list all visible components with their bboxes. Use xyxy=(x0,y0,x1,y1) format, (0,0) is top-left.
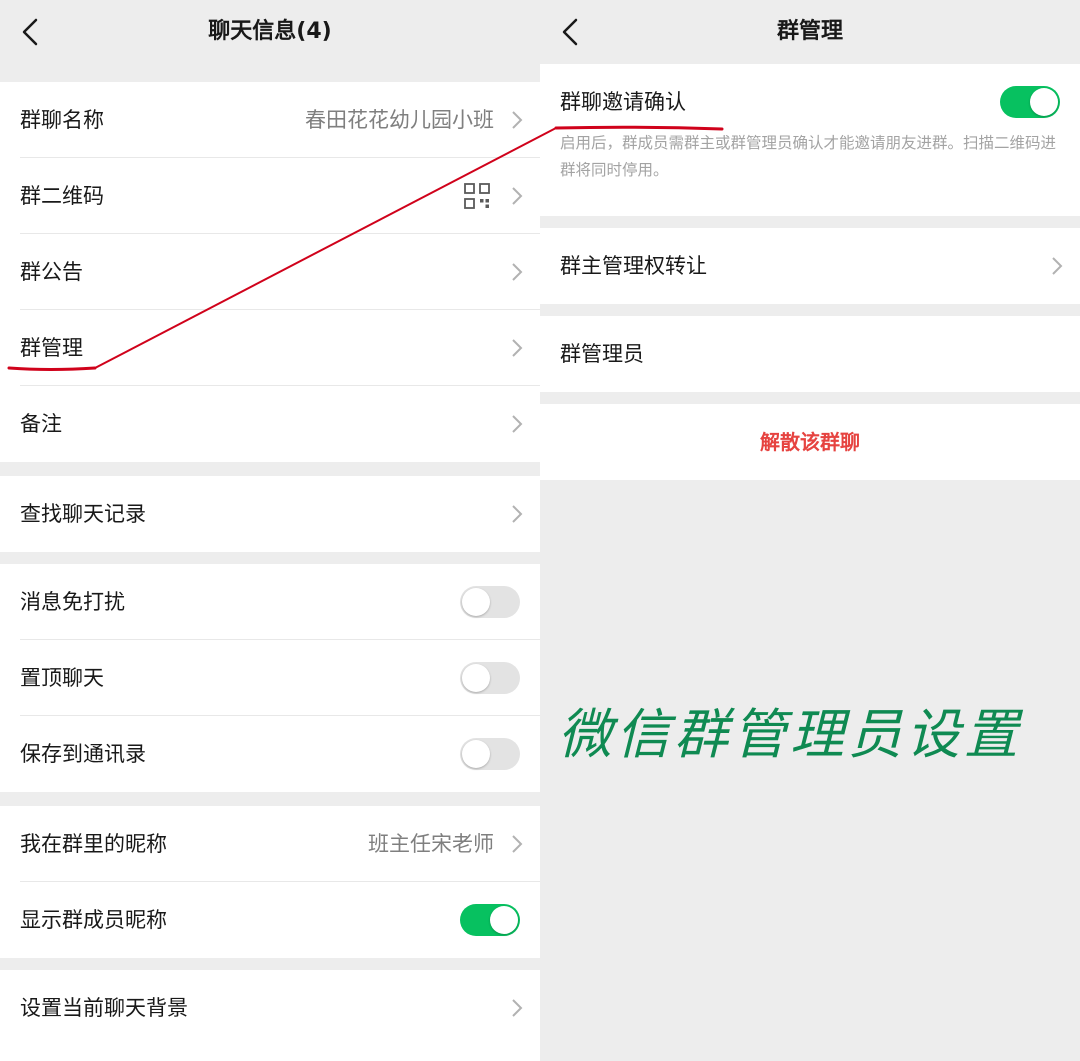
group-settings-section: 群聊名称 春田花花幼儿园小班 群二维码 群公告 群管理 备注 xyxy=(0,82,540,462)
disband-group-button[interactable]: 解散该群聊 xyxy=(540,404,1080,480)
page-title: 聊天信息(4) xyxy=(208,19,332,44)
group-management-navbar: 群管理 xyxy=(540,0,1080,64)
group-notice-label: 群公告 xyxy=(20,260,83,284)
group-name-row[interactable]: 群聊名称 春田花花幼儿园小班 xyxy=(0,82,540,158)
qrcode-icon xyxy=(464,183,490,209)
group-manage-row[interactable]: 群管理 xyxy=(0,310,540,386)
chevron-right-icon xyxy=(512,263,523,281)
group-name-label: 群聊名称 xyxy=(20,108,104,132)
transfer-owner-label: 群主管理权转让 xyxy=(560,254,707,278)
chevron-right-icon xyxy=(512,505,523,523)
group-remark-label: 备注 xyxy=(20,412,62,436)
search-history-row[interactable]: 查找聊天记录 xyxy=(0,476,540,552)
invite-confirm-description: 启用后，群成员需群主或群管理员确认才能邀请朋友进群。扫描二维码进群将同时停用。 xyxy=(560,134,1057,179)
group-qrcode-label: 群二维码 xyxy=(20,184,104,208)
mute-notifications-toggle[interactable] xyxy=(460,586,520,618)
invite-confirm-section: 群聊邀请确认 启用后，群成员需群主或群管理员确认才能邀请朋友进群。扫描二维码进群… xyxy=(540,64,1080,216)
nickname-section: 我在群里的昵称 班主任宋老师 显示群成员昵称 xyxy=(0,806,540,958)
group-remark-row[interactable]: 备注 xyxy=(0,386,540,462)
transfer-owner-section: 群主管理权转让 xyxy=(540,228,1080,304)
chevron-right-icon xyxy=(512,999,523,1017)
chat-background-row[interactable]: 设置当前聊天背景 xyxy=(0,970,540,1046)
back-arrow-icon[interactable] xyxy=(12,12,52,52)
admins-section: 群管理员 xyxy=(540,316,1080,392)
disband-section: 解散该群聊 xyxy=(540,404,1080,480)
chat-info-panel: 聊天信息(4) 群聊名称 春田花花幼儿园小班 群二维码 群公告 群管理 备注 查… xyxy=(0,0,540,1061)
page-title: 群管理 xyxy=(776,19,843,44)
my-nickname-row[interactable]: 我在群里的昵称 班主任宋老师 xyxy=(0,806,540,882)
group-name-value: 春田花花幼儿园小班 xyxy=(305,108,494,132)
mute-notifications-label: 消息免打扰 xyxy=(20,590,125,614)
pin-chat-toggle[interactable] xyxy=(460,662,520,694)
save-to-contacts-row: 保存到通讯录 xyxy=(0,716,540,792)
invite-confirm-label: 群聊邀请确认 xyxy=(560,90,686,114)
show-nicknames-row: 显示群成员昵称 xyxy=(0,882,540,958)
search-history-label: 查找聊天记录 xyxy=(20,502,146,526)
handwritten-caption: 微信群管理员设置 xyxy=(558,703,1022,766)
show-nicknames-label: 显示群成员昵称 xyxy=(20,908,167,932)
group-admins-row[interactable]: 群管理员 xyxy=(540,316,1080,392)
chevron-right-icon xyxy=(512,339,523,357)
group-management-panel: 群管理 群聊邀请确认 启用后，群成员需群主或群管理员确认才能邀请朋友进群。扫描二… xyxy=(540,0,1080,1061)
chevron-right-icon xyxy=(512,415,523,433)
search-history-section: 查找聊天记录 xyxy=(0,476,540,552)
show-nicknames-toggle[interactable] xyxy=(460,904,520,936)
chevron-right-icon xyxy=(512,187,523,205)
group-manage-label: 群管理 xyxy=(20,336,83,360)
pin-chat-row: 置顶聊天 xyxy=(0,640,540,716)
back-arrow-icon[interactable] xyxy=(552,12,592,52)
mute-notifications-row: 消息免打扰 xyxy=(0,564,540,640)
chat-info-navbar: 聊天信息(4) xyxy=(0,0,540,64)
pin-chat-label: 置顶聊天 xyxy=(20,666,104,690)
background-section: 设置当前聊天背景 xyxy=(0,970,540,1061)
chat-toggles-section: 消息免打扰 置顶聊天 保存到通讯录 xyxy=(0,564,540,792)
chat-background-label: 设置当前聊天背景 xyxy=(20,996,188,1020)
invite-confirm-toggle[interactable] xyxy=(1000,86,1060,118)
transfer-owner-row[interactable]: 群主管理权转让 xyxy=(540,228,1080,304)
my-nickname-label: 我在群里的昵称 xyxy=(20,832,167,856)
chevron-right-icon xyxy=(512,111,523,129)
save-to-contacts-label: 保存到通讯录 xyxy=(20,742,146,766)
group-notice-row[interactable]: 群公告 xyxy=(0,234,540,310)
group-qrcode-row[interactable]: 群二维码 xyxy=(0,158,540,234)
group-admins-label: 群管理员 xyxy=(560,342,644,366)
save-to-contacts-toggle[interactable] xyxy=(460,738,520,770)
my-nickname-value: 班主任宋老师 xyxy=(368,832,494,856)
chevron-right-icon xyxy=(1052,257,1063,275)
chevron-right-icon xyxy=(512,835,523,853)
